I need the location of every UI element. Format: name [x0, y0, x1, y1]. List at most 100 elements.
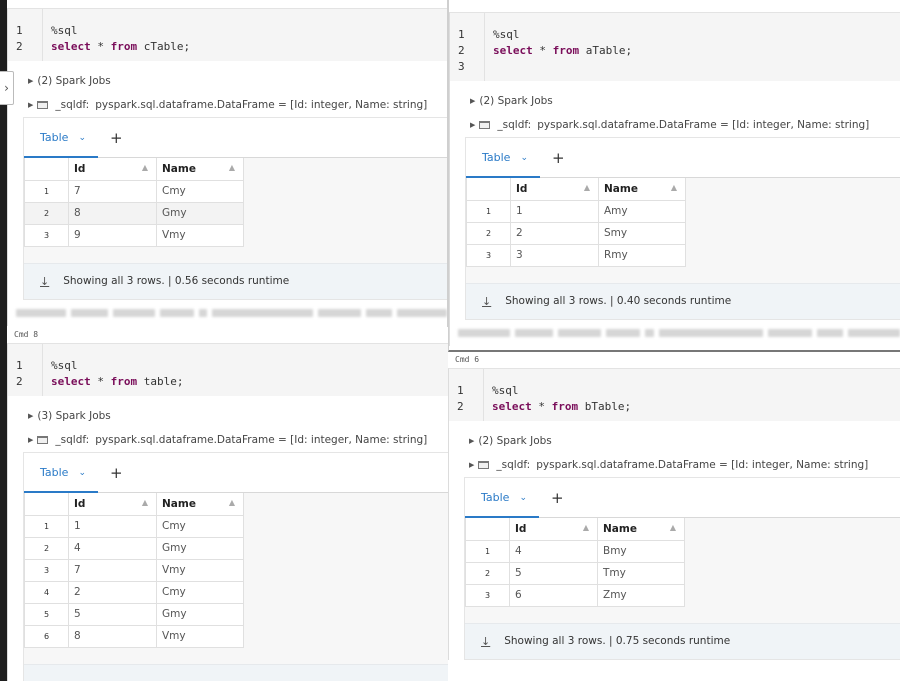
- add-visualization-button[interactable]: +: [110, 464, 123, 482]
- download-icon[interactable]: ↓: [481, 635, 490, 648]
- table-icon: [37, 436, 49, 444]
- code-editor[interactable]: 1 2 3 %sql select * from aTable;: [450, 13, 900, 81]
- chevron-down-icon[interactable]: ⌄: [78, 133, 86, 143]
- code-editor[interactable]: 12 %sql select * from cTable;: [8, 9, 447, 61]
- spark-jobs-toggle[interactable]: ▶ (3) Spark Jobs: [8, 404, 448, 428]
- sort-ascending-icon[interactable]: ▲: [584, 183, 590, 192]
- row-number: 3: [24, 558, 69, 582]
- column-header-id[interactable]: Id ▲: [68, 158, 157, 181]
- tab-table[interactable]: Table ⌄: [482, 151, 528, 164]
- redacted-text: [212, 308, 313, 317]
- spark-jobs-label: (3) Spark Jobs: [37, 410, 111, 422]
- chevron-down-icon[interactable]: ⌄: [520, 153, 528, 163]
- sql-keyword: from: [551, 400, 579, 413]
- result-table: Id ▲ Name ▲ 1 1 Cmy 2 4 Gmy 3 7 Vmy 4 2 Cmy 5 5 Gmy 6 8 Vmy: [24, 493, 244, 648]
- table-row[interactable]: 2 5 Tmy: [465, 561, 685, 585]
- sort-ascending-icon[interactable]: ▲: [142, 163, 148, 172]
- cell-name: Bmy: [597, 539, 685, 563]
- chevron-right-icon: ›: [4, 81, 9, 95]
- code-lines[interactable]: %sql select * from aTable;: [485, 13, 632, 81]
- table-row[interactable]: 1 1 Cmy: [24, 514, 244, 538]
- table-row[interactable]: 2 2 Smy: [466, 221, 686, 245]
- add-visualization-button[interactable]: +: [551, 489, 564, 507]
- cell-name: Vmy: [156, 558, 244, 582]
- cell-name: Cmy: [156, 179, 244, 203]
- column-header-name[interactable]: Name ▲: [156, 158, 244, 181]
- sort-ascending-icon[interactable]: ▲: [229, 163, 235, 172]
- sql-keyword: select: [493, 44, 533, 57]
- column-header-name[interactable]: Name ▲: [598, 178, 686, 201]
- chevron-down-icon[interactable]: ⌄: [78, 468, 86, 478]
- dataframe-info-toggle[interactable]: ▶ _sqldf: pyspark.sql.dataframe.DataFram…: [8, 428, 448, 452]
- table-row[interactable]: 2 4 Gmy: [24, 536, 244, 560]
- dataframe-info-toggle[interactable]: ▶ _sqldf: pyspark.sql.dataframe.DataFram…: [8, 93, 447, 117]
- line-number: 2: [458, 44, 465, 57]
- table-area: Id ▲ Name ▲ 1 7 Cmy 2 8 Gmy 3 9 Vmy: [24, 158, 447, 263]
- table-row[interactable]: 3 9 Vmy: [24, 223, 244, 247]
- line-number: 1: [457, 384, 464, 397]
- table-row[interactable]: 1 7 Cmy: [24, 179, 244, 203]
- add-visualization-button[interactable]: +: [110, 129, 123, 147]
- table-row[interactable]: 1 1 Amy: [466, 199, 686, 223]
- sort-ascending-icon[interactable]: ▲: [229, 498, 235, 507]
- table-row[interactable]: 3 7 Vmy: [24, 558, 244, 582]
- code-token: table;: [137, 375, 184, 388]
- redacted-text: [557, 328, 601, 337]
- dataframe-name: _sqldf:: [55, 99, 90, 111]
- add-visualization-button[interactable]: +: [552, 149, 565, 167]
- dataframe-info-toggle[interactable]: ▶ _sqldf: pyspark.sql.dataframe.DataFram…: [449, 453, 900, 477]
- expand-triangle-icon: ▶: [469, 461, 475, 469]
- code-lines[interactable]: %sql select * from bTable;: [484, 369, 631, 421]
- spark-jobs-toggle[interactable]: ▶ (2) Spark Jobs: [8, 69, 447, 93]
- sort-ascending-icon[interactable]: ▲: [671, 183, 677, 192]
- column-header-name[interactable]: Name ▲: [597, 518, 685, 541]
- line-number: 1: [458, 28, 465, 41]
- column-header-id[interactable]: Id ▲: [509, 518, 598, 541]
- code-lines[interactable]: %sql select * from table;: [43, 344, 183, 396]
- magic-command: %sql: [492, 384, 519, 397]
- result-summary: Showing all 3 rows. | 0.56 seconds runti…: [63, 275, 290, 287]
- column-header-name[interactable]: Name ▲: [156, 493, 244, 516]
- cell-pane: Cmd 6 12 %sql select * from bTable; ▶ (2)…: [448, 352, 900, 681]
- table-icon: [478, 461, 490, 469]
- table-row[interactable]: 5 5 Gmy: [24, 602, 244, 626]
- code-line: select * from cTable;: [51, 39, 190, 55]
- code-line: select * from bTable;: [492, 399, 631, 415]
- table-row[interactable]: 1 4 Bmy: [465, 539, 685, 563]
- sidebar-toggle-button[interactable]: ›: [0, 71, 14, 105]
- redacted-text: [198, 308, 208, 317]
- table-row[interactable]: 3 3 Rmy: [466, 243, 686, 267]
- redacted-text: [605, 328, 641, 337]
- column-header-id[interactable]: Id ▲: [68, 493, 157, 516]
- download-icon[interactable]: ↓: [40, 275, 49, 288]
- download-icon[interactable]: ↓: [482, 295, 491, 308]
- table-row[interactable]: 6 8 Vmy: [24, 624, 244, 648]
- cell-pane: 12 %sql select * from cTable; ▶ (2) Spark…: [7, 0, 448, 327]
- tab-table[interactable]: Table ⌄: [481, 491, 527, 504]
- tab-table[interactable]: Table ⌄: [40, 131, 86, 144]
- row-number-header: [24, 493, 69, 516]
- tab-table[interactable]: Table ⌄: [40, 466, 86, 479]
- cell-name: Cmy: [156, 580, 244, 604]
- cell-id: 1: [68, 514, 157, 538]
- spark-jobs-toggle[interactable]: ▶ (2) Spark Jobs: [449, 429, 900, 453]
- expand-triangle-icon: ▶: [28, 101, 34, 109]
- code-editor[interactable]: 12 %sql select * from table;: [8, 344, 448, 396]
- sort-ascending-icon[interactable]: ▲: [670, 523, 676, 532]
- spark-jobs-toggle[interactable]: ▶ (2) Spark Jobs: [450, 89, 900, 113]
- magic-command: %sql: [51, 24, 78, 37]
- code-lines[interactable]: %sql select * from cTable;: [43, 9, 190, 61]
- table-row[interactable]: 3 6 Zmy: [465, 583, 685, 607]
- table-row[interactable]: 4 2 Cmy: [24, 580, 244, 604]
- column-header-id[interactable]: Id ▲: [510, 178, 599, 201]
- chevron-down-icon[interactable]: ⌄: [519, 493, 527, 503]
- table-row[interactable]: 2 8 Gmy: [24, 201, 244, 225]
- sort-ascending-icon[interactable]: ▲: [583, 523, 589, 532]
- row-number: 1: [24, 179, 69, 203]
- table-icon: [37, 101, 49, 109]
- code-editor[interactable]: 12 %sql select * from bTable;: [449, 369, 900, 421]
- redacted-text: [366, 308, 392, 317]
- sort-ascending-icon[interactable]: ▲: [142, 498, 148, 507]
- dataframe-info-toggle[interactable]: ▶ _sqldf: pyspark.sql.dataframe.DataFram…: [450, 113, 900, 137]
- redacted-text: [317, 308, 362, 317]
